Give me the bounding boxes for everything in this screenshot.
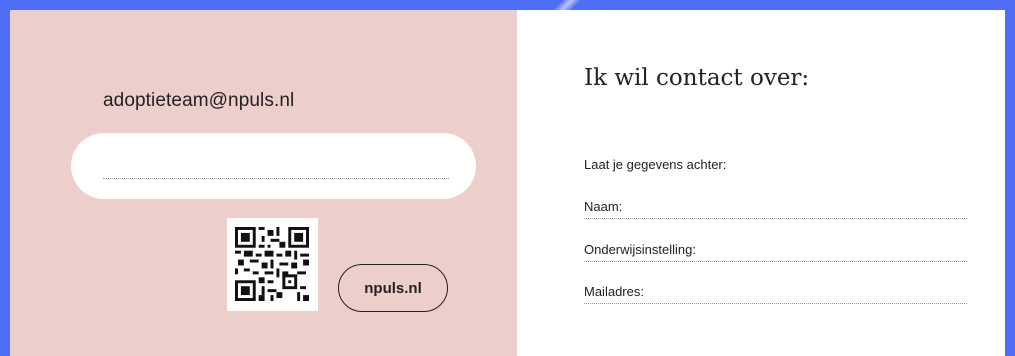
website-button[interactable]: npuls.nl — [338, 264, 448, 312]
institution-field-label: Onderwijsinstelling: — [584, 242, 696, 257]
left-panel: adoptieteam@npuls.nl npuls.nl — [10, 10, 517, 356]
institution-field[interactable]: Onderwijsinstelling: — [584, 241, 967, 262]
contact-card: adoptieteam@npuls.nl npuls.nl Ik wil con… — [10, 10, 1005, 356]
pill-input-underline — [103, 178, 449, 179]
contact-email[interactable]: adoptieteam@npuls.nl — [103, 90, 294, 112]
right-panel: Ik wil contact over: Laat je gegevens ac… — [517, 10, 1005, 356]
email-field-label: Mailadres: — [584, 284, 644, 299]
qr-code — [227, 218, 318, 311]
email-field[interactable]: Mailadres: — [584, 283, 967, 304]
qr-code-icon — [235, 227, 309, 301]
name-field-label: Naam: — [584, 199, 623, 214]
name-field[interactable]: Naam: — [584, 198, 967, 219]
form-subheading: Laat je gegevens achter: — [584, 157, 727, 172]
pill-input-field[interactable] — [71, 133, 476, 199]
form-heading: Ik wil contact over: — [584, 65, 810, 91]
